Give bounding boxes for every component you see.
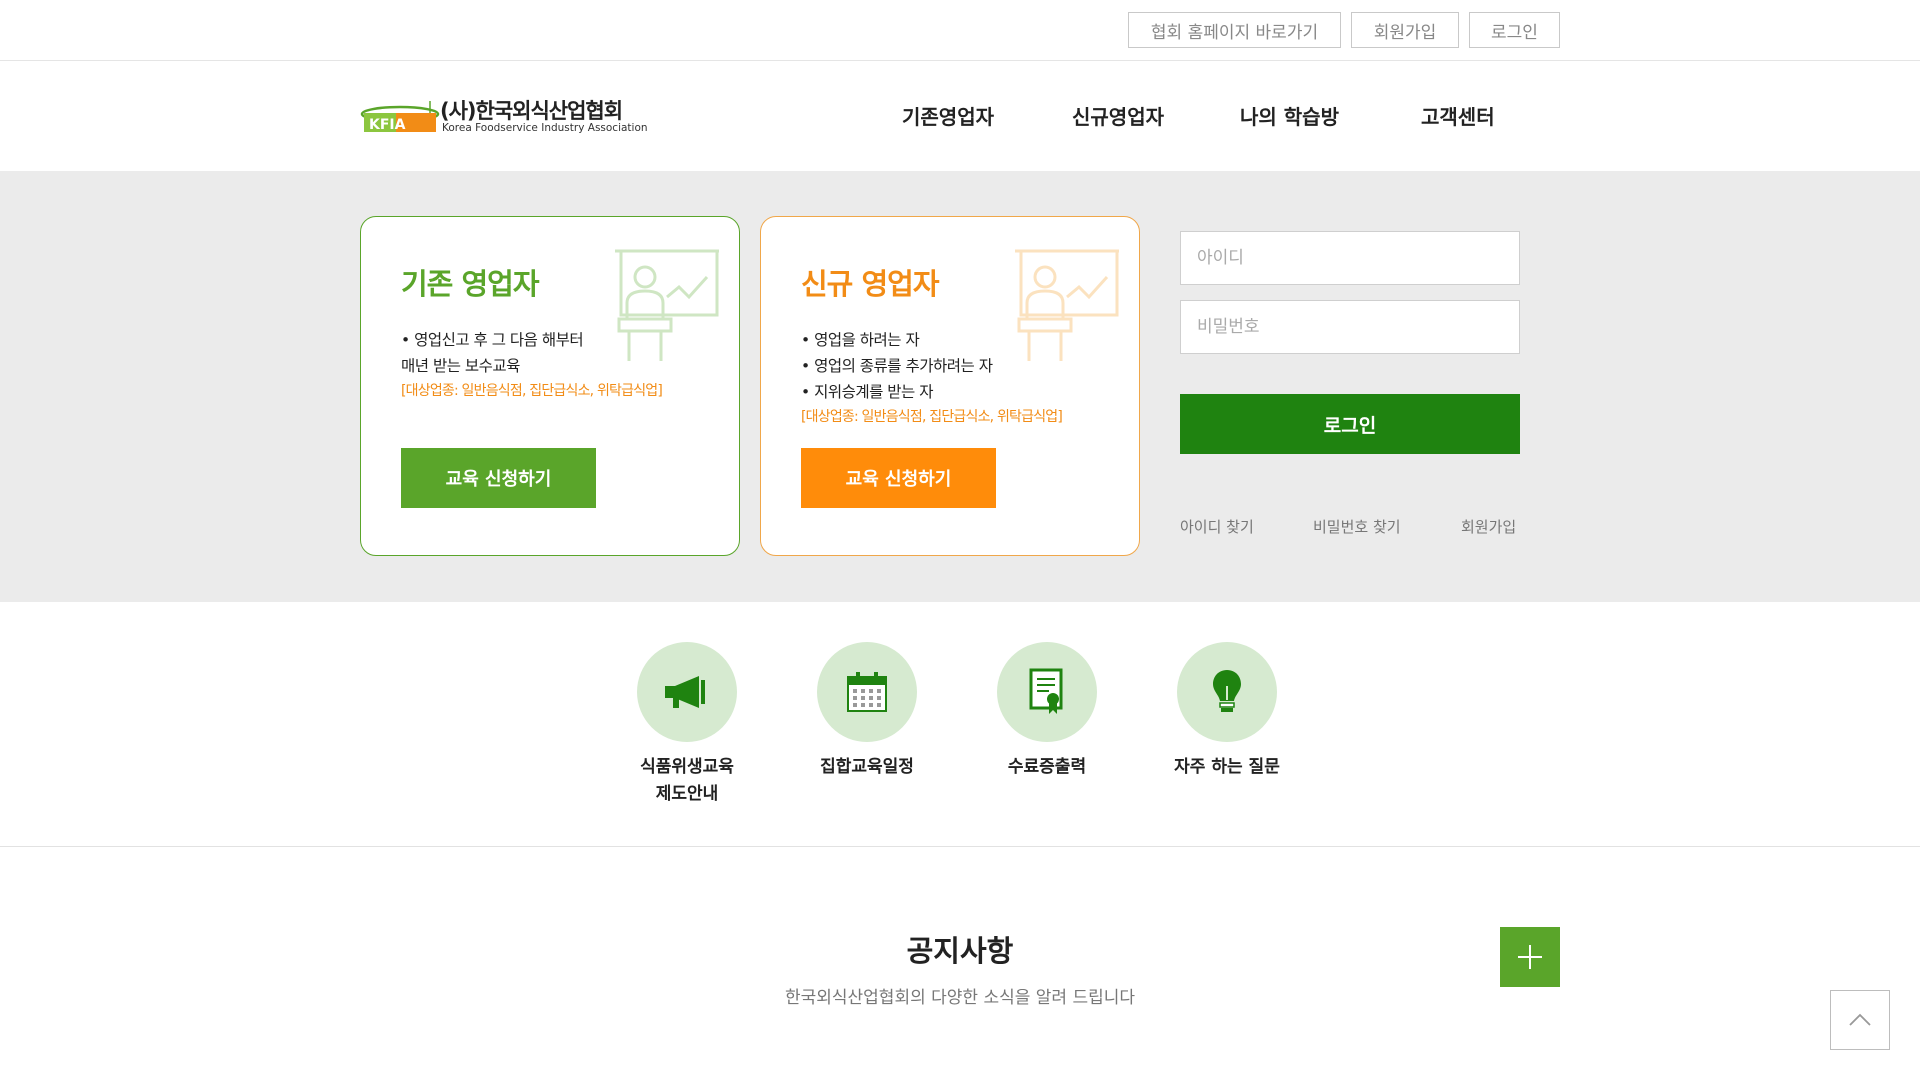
plus-icon — [1518, 945, 1542, 969]
calendar-icon — [847, 672, 887, 712]
card-desc-line-3: • 지위승계를 받는 자 — [801, 383, 934, 401]
header: KFIA (사)한국외식산업협회 Korea Foodservice Indus… — [0, 61, 1920, 171]
megaphone-icon — [665, 676, 705, 708]
page: 협회 홈페이지 바로가기 회원가입 로그인 KFIA (사)한국외식산업협회 K… — [0, 0, 1920, 1080]
association-homepage-link[interactable]: 협회 홈페이지 바로가기 — [1128, 12, 1341, 48]
quick-menu-item[interactable]: 자주 하는 질문 — [1174, 642, 1280, 777]
id-input[interactable] — [1180, 231, 1520, 285]
quick-menu-item[interactable]: 수료증출력 — [997, 642, 1097, 777]
nav-customer-center[interactable]: 고객센터 — [1421, 101, 1495, 130]
nav-new-operators[interactable]: 신규영업자 — [1072, 101, 1164, 130]
quick-menu-item[interactable]: 집합교육일정 — [817, 642, 917, 777]
signup-link[interactable]: 회원가입 — [1351, 12, 1459, 48]
logo[interactable]: KFIA (사)한국외식산업협회 Korea Foodservice Indus… — [360, 95, 648, 139]
scroll-top-button[interactable] — [1830, 990, 1890, 1050]
login-link[interactable]: 로그인 — [1469, 12, 1560, 48]
quick-menu-circle[interactable] — [1177, 642, 1277, 742]
section-divider — [0, 846, 1920, 847]
logo-title: (사)한국외식산업협회 — [440, 99, 623, 123]
card-desc-line-1: • 영업을 하려는 자 — [801, 331, 920, 349]
quick-menu-circle[interactable] — [997, 642, 1097, 742]
quick-menu-label[interactable]: 수료증출력 — [957, 754, 1137, 781]
existing-operator-card: 기존 영업자 • 영업신고 후 그 다음 해부터 매년 받는 보수교육 [대상업… — [360, 216, 740, 556]
quick-menu-circle[interactable] — [817, 642, 917, 742]
teacher-board-icon — [1015, 249, 1119, 361]
card-target-industries: [대상업종: 일반음식점, 집단급식소, 위탁급식업] — [401, 383, 663, 399]
notice-more-button[interactable] — [1500, 927, 1560, 987]
certificate-icon — [1029, 668, 1063, 714]
quick-menu-label[interactable]: 자주 하는 질문 — [1137, 754, 1317, 781]
card-desc-line-2: • 영업의 종류를 추가하려는 자 — [801, 357, 993, 375]
new-apply-button[interactable]: 교육 신청하기 — [801, 448, 996, 508]
logo-subtitle: Korea Foodservice Industry Association — [442, 122, 648, 134]
nav-existing-operators[interactable]: 기존영업자 — [902, 101, 994, 130]
password-input[interactable] — [1180, 300, 1520, 354]
top-utility-bar: 협회 홈페이지 바로가기 회원가입 로그인 — [0, 0, 1920, 61]
card-desc-line-1: • 영업신고 후 그 다음 해부터 — [401, 331, 584, 349]
card-desc-line-2: 매년 받는 보수교육 — [401, 357, 520, 375]
new-operator-card: 신규 영업자 • 영업을 하려는 자 • 영업의 종류를 추가하려는 자 • 지… — [760, 216, 1140, 556]
find-id-link[interactable]: 아이디 찾기 — [1180, 516, 1254, 537]
existing-apply-button[interactable]: 교육 신청하기 — [401, 448, 596, 508]
main-visual-section: 기존 영업자 • 영업신고 후 그 다음 해부터 매년 받는 보수교육 [대상업… — [0, 171, 1920, 602]
login-button[interactable]: 로그인 — [1180, 394, 1520, 454]
card-target-industries: [대상업종: 일반음식점, 집단급식소, 위탁급식업] — [801, 409, 1063, 425]
quick-menu-item[interactable]: 식품위생교육 제도안내 — [637, 642, 737, 804]
quick-menu-circle[interactable] — [637, 642, 737, 742]
signup-link-login[interactable]: 회원가입 — [1461, 516, 1516, 537]
find-password-link[interactable]: 비밀번호 찾기 — [1313, 516, 1401, 537]
nav-my-learning[interactable]: 나의 학습방 — [1240, 101, 1339, 130]
kfia-logo-mark: KFIA — [360, 101, 440, 133]
svg-text:KFIA: KFIA — [369, 117, 406, 133]
notice-subtitle: 한국외식산업협회의 다양한 소식을 알려 드립니다 — [784, 988, 1136, 1008]
lightbulb-icon — [1213, 670, 1241, 712]
quick-menu-label[interactable]: 집합교육일정 — [777, 754, 957, 781]
card-title: 신규 영업자 — [801, 267, 939, 301]
card-title: 기존 영업자 — [401, 267, 539, 301]
quick-menu-label[interactable]: 식품위생교육 제도안내 — [597, 754, 777, 808]
chevron-up-icon — [1849, 1013, 1871, 1026]
teacher-board-icon — [615, 249, 719, 361]
notice-title: 공지사항 — [906, 934, 1014, 968]
